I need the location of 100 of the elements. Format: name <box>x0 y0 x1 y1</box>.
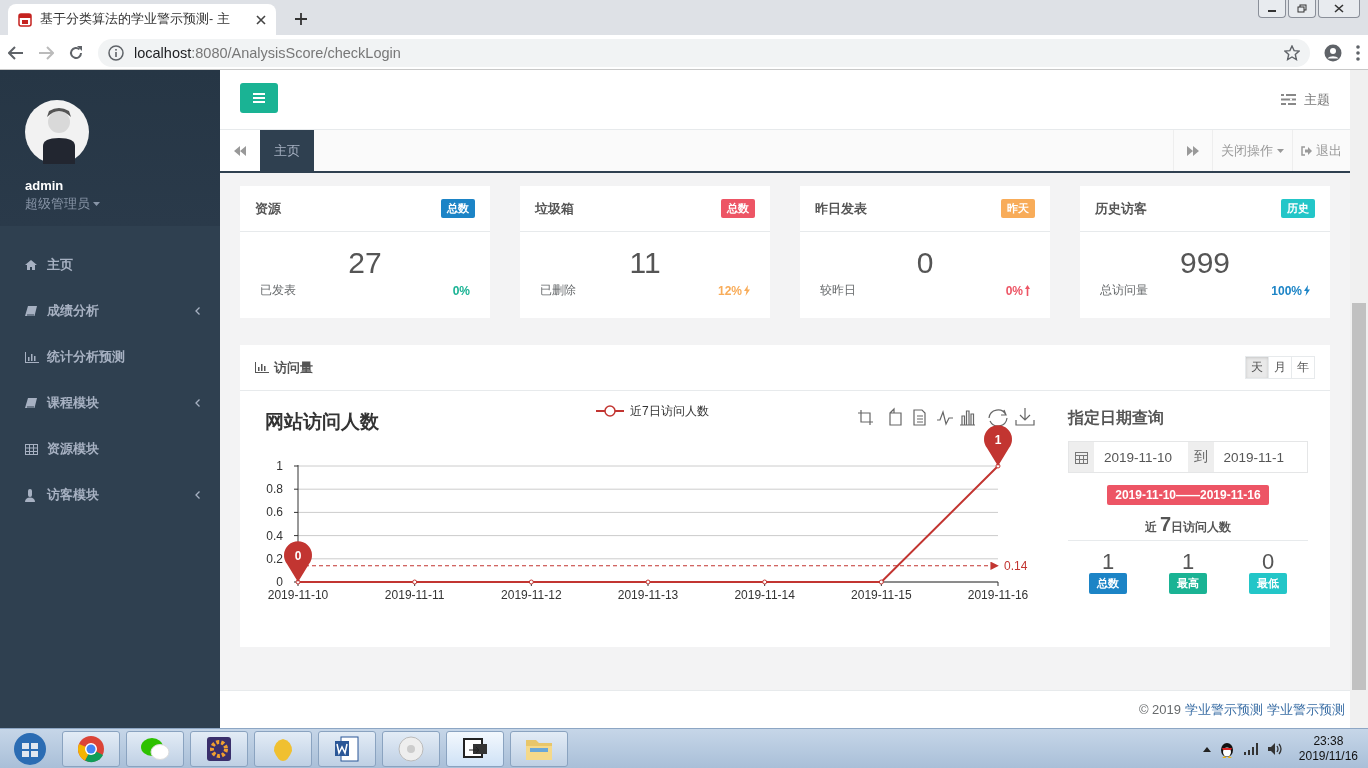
sidebar-item[interactable]: 主页 <box>0 242 220 288</box>
chart-title: 网站访问人数 <box>265 411 379 432</box>
taskbar-app[interactable] <box>318 730 376 767</box>
sidebar-item[interactable]: 课程模块 <box>0 380 220 426</box>
axis-label: 0.4 <box>266 528 283 543</box>
label-tag: 总数 <box>721 199 755 218</box>
volume-icon[interactable] <box>1266 741 1283 756</box>
label-tag: 历史 <box>1281 199 1315 218</box>
url-text: localhost:8080/AnalysisScore/checkLogin <box>134 44 401 61</box>
back-icon[interactable] <box>8 45 24 60</box>
footer-link[interactable]: 学业警示预测 <box>1185 700 1263 719</box>
axis-label: 2019-11-10 <box>267 588 329 602</box>
address-bar[interactable]: localhost:8080/AnalysisScore/checkLogin <box>98 38 1310 67</box>
maximize-icon[interactable] <box>1288 0 1316 18</box>
signal-icon[interactable] <box>1242 741 1259 756</box>
label-tag: 总数 <box>441 199 475 218</box>
list-icon <box>1281 94 1296 105</box>
period-button[interactable]: 年 <box>1291 357 1314 378</box>
average-label: 0.14 <box>1004 558 1028 573</box>
browser-icon <box>77 734 105 763</box>
tab-title: 基于分类算法的学业警示预测- 主 <box>40 11 231 28</box>
person-icon <box>25 488 35 502</box>
axis-label: 0.2 <box>266 551 283 566</box>
stat-value: 1 <box>1181 551 1195 573</box>
legend-label[interactable]: 近7日访问人数 <box>630 404 709 418</box>
show-hidden-icons[interactable] <box>1202 745 1211 752</box>
zoom-icon[interactable] <box>857 409 874 426</box>
marker-pin: 1 <box>984 425 1012 466</box>
calendar-icon <box>18 12 32 27</box>
change-percent: 12% <box>717 283 750 298</box>
arrow-up-icon <box>1025 285 1030 296</box>
info-icon <box>108 44 124 61</box>
bar-chart-icon[interactable] <box>959 410 976 426</box>
page-tab[interactable]: 主页 <box>260 130 314 171</box>
account-icon[interactable] <box>1324 43 1342 62</box>
label-tag: 最高 <box>1169 573 1207 594</box>
save-icon[interactable] <box>1015 407 1035 426</box>
data-view-icon[interactable] <box>913 409 926 426</box>
line-chart-icon[interactable] <box>936 410 954 426</box>
theme-button[interactable]: 主题 <box>1281 90 1330 109</box>
change-percent: 0% <box>1005 283 1030 298</box>
axis-label: 0 <box>276 575 283 589</box>
table-icon <box>25 443 38 455</box>
book-icon <box>25 397 37 409</box>
sidebar-item[interactable]: 统计分析预测 <box>0 334 220 380</box>
menu-icon[interactable] <box>1356 44 1360 61</box>
legend-marker-icon <box>595 405 625 417</box>
period-button[interactable]: 天 <box>1246 357 1268 378</box>
zoom-reset-icon[interactable] <box>889 407 902 426</box>
bolt-icon <box>744 285 750 296</box>
bar-chart-icon <box>255 362 269 373</box>
reload-icon[interactable] <box>68 44 84 61</box>
card-title: 历史访客 <box>1095 199 1147 218</box>
clock-date: 2019/11/16 <box>1298 748 1358 764</box>
card-title: 资源 <box>255 199 281 218</box>
clock[interactable]: 23:38 2019/11/16 <box>1298 733 1358 764</box>
stat-value: 0 <box>916 246 934 279</box>
logout-icon <box>1301 145 1312 156</box>
axis-label: 0.8 <box>266 482 283 497</box>
avatar <box>25 100 89 164</box>
scrollbar-thumb[interactable] <box>1352 303 1366 690</box>
copyright-text: © 2019 <box>1138 702 1181 717</box>
close-icon[interactable] <box>256 14 266 25</box>
chat-icon <box>140 735 170 762</box>
annotation: 1 <box>994 433 1002 447</box>
browser-tab[interactable]: 基于分类算法的学业警示预测- 主 <box>8 4 276 35</box>
user-role-dropdown[interactable]: 超级管理员 <box>25 195 100 213</box>
data-point <box>995 463 1001 469</box>
footer-link[interactable]: 学业警示预测 <box>1267 700 1345 719</box>
scroll-left-button[interactable] <box>220 130 260 171</box>
change-percent: 100% <box>1271 283 1310 298</box>
book-icon <box>25 305 37 317</box>
data-point <box>645 579 651 585</box>
data-point <box>528 579 534 585</box>
data-point <box>295 579 301 585</box>
minimize-icon[interactable] <box>1258 0 1286 18</box>
sidebar-item[interactable]: 访客模块 <box>0 472 220 518</box>
bolt-icon <box>1304 285 1310 296</box>
menu-toggle-button[interactable] <box>240 83 278 113</box>
date-range-tag: 2019-11-10——2019-11-16 <box>1107 485 1269 505</box>
clock-time: 23:38 <box>1313 733 1344 749</box>
axis-label: 1 <box>276 459 283 473</box>
marker-pin: 0 <box>284 541 312 582</box>
taskbar-app[interactable] <box>446 730 504 767</box>
stat-value: 0 <box>1261 551 1275 573</box>
star-icon[interactable] <box>1284 44 1300 61</box>
double-right-icon <box>1187 145 1199 156</box>
stat-caption: 较昨日 <box>820 282 856 299</box>
stat-value: 11 <box>629 246 661 279</box>
period-button[interactable]: 月 <box>1268 357 1291 378</box>
stat-value: 27 <box>348 246 382 279</box>
stat-caption: 总访问量 <box>1100 282 1148 299</box>
axis-label: 2019-11-15 <box>851 588 912 602</box>
restore-icon[interactable] <box>988 409 1008 427</box>
bar-chart-icon <box>25 351 39 363</box>
close-icon[interactable] <box>1318 0 1360 18</box>
sidebar-item[interactable]: 资源模块 <box>0 426 220 472</box>
change-percent: 0% <box>452 283 470 298</box>
sidebar-item[interactable]: 成绩分析 <box>0 288 220 334</box>
taskbar-app[interactable] <box>190 730 248 767</box>
